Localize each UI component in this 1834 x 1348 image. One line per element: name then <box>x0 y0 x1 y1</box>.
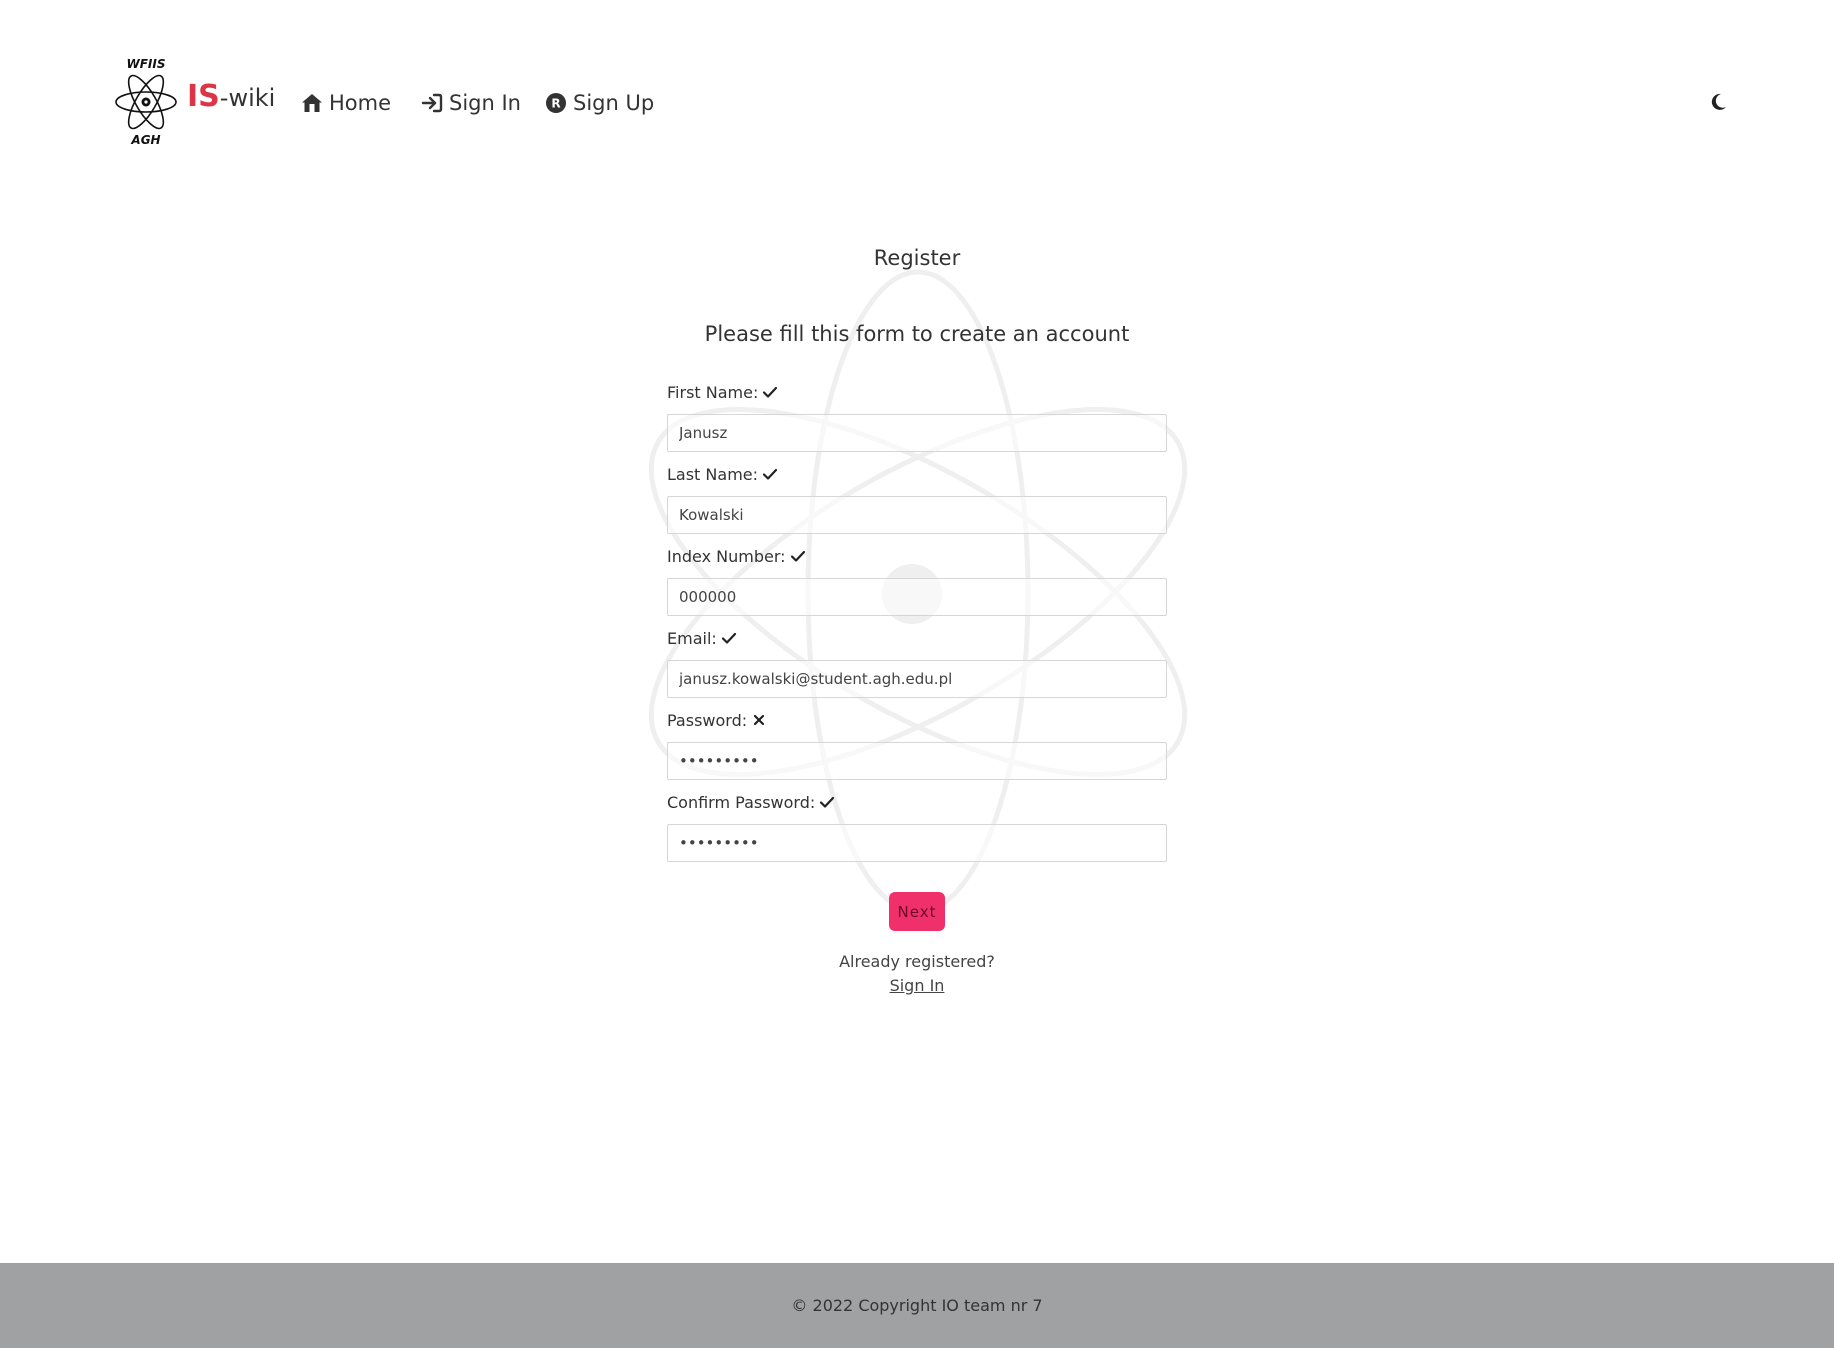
index-number-input[interactable] <box>667 578 1167 616</box>
first-name-label-text: First Name: <box>667 382 759 402</box>
last-name-label-text: Last Name: <box>667 464 759 484</box>
check-icon <box>790 550 805 562</box>
email-label: Email: <box>667 626 737 650</box>
cross-icon <box>754 714 765 726</box>
nav-signin-link[interactable]: Sign In <box>420 88 521 118</box>
signin-link[interactable]: Sign In <box>890 976 945 995</box>
brand-name-suffix: -wiki <box>219 84 276 112</box>
email-label-text: Email: <box>667 628 717 648</box>
moon-icon[interactable] <box>1706 90 1730 114</box>
index-number-label: Index Number: <box>667 544 806 568</box>
svg-text:AGH: AGH <box>130 133 160 146</box>
brand-name-main: IS <box>187 79 220 114</box>
svg-text:R: R <box>551 97 560 111</box>
password-label: Password: <box>667 708 767 732</box>
confirm-password-label-text: Confirm Password: <box>667 792 816 812</box>
atom-logo-icon: WFIIS AGH <box>115 58 177 146</box>
nav-home-label: Home <box>329 91 392 115</box>
confirm-password-input[interactable] <box>667 824 1167 862</box>
nav-signup-label: Sign Up <box>573 91 655 115</box>
password-input[interactable] <box>667 742 1167 780</box>
check-icon <box>820 796 835 808</box>
form-subtitle: Please fill this form to create an accou… <box>704 322 1130 346</box>
svg-text:WFIIS: WFIIS <box>126 58 165 71</box>
already-registered-text: Already registered? <box>839 952 995 971</box>
confirm-password-label: Confirm Password: <box>667 790 835 814</box>
registered-circle-icon: R <box>546 93 566 113</box>
last-name-input[interactable] <box>667 496 1167 534</box>
check-icon <box>762 468 778 480</box>
brand-link[interactable]: WFIIS AGH IS-wiki <box>115 58 275 146</box>
page-title: Register <box>873 246 961 270</box>
nav-home-link[interactable]: Home <box>300 88 391 118</box>
email-field[interactable] <box>667 660 1167 698</box>
sign-in-arrow-icon <box>421 93 443 113</box>
nav-signup-link[interactable]: R Sign Up <box>544 88 654 118</box>
footer: © 2022 Copyright IO team nr 7 <box>0 1263 1834 1348</box>
next-button[interactable]: Next <box>889 892 945 931</box>
signin-link-wrapper: Sign In <box>0 976 1834 995</box>
index-number-label-text: Index Number: <box>667 546 786 566</box>
copyright-text: © 2022 Copyright IO team nr 7 <box>791 1296 1043 1315</box>
house-icon <box>302 94 322 112</box>
last-name-label: Last Name: <box>667 462 778 486</box>
first-name-label: First Name: <box>667 380 778 404</box>
check-icon <box>721 632 736 644</box>
password-label-text: Password: <box>667 710 748 730</box>
check-icon <box>763 386 778 398</box>
nav-signin-label: Sign In <box>449 91 521 115</box>
navbar: WFIIS AGH IS-wiki Home Sign In R Sign Up <box>0 0 1834 206</box>
first-name-input[interactable] <box>667 414 1167 452</box>
brand-name: IS-wiki <box>187 80 275 115</box>
